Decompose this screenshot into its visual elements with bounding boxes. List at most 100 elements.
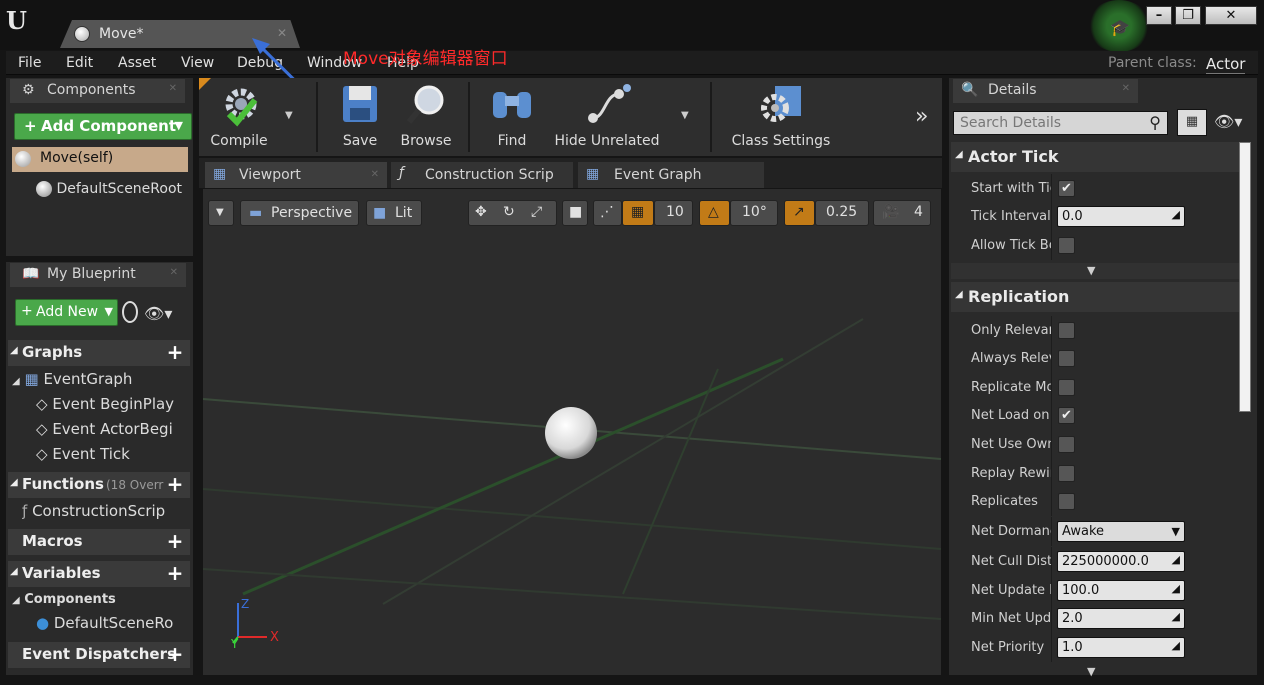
search-icon[interactable]: [122, 301, 138, 323]
functions-section[interactable]: ◢ Functions (18 Overr +: [8, 472, 190, 498]
variables-section[interactable]: ◢ Variables +: [8, 561, 190, 587]
my-blueprint-tab[interactable]: 📖 My Blueprint ✕: [10, 263, 186, 287]
compile-button[interactable]: Compile: [203, 78, 275, 156]
close-tab-icon[interactable]: ✕: [169, 83, 177, 94]
event-item[interactable]: ◇ Event Tick: [36, 445, 184, 463]
save-button[interactable]: Save: [329, 78, 391, 156]
details-scrollbar[interactable]: [1239, 142, 1251, 412]
menu-view[interactable]: View: [181, 55, 214, 71]
rotate-tool-icon[interactable]: ↻: [503, 204, 515, 220]
minimize-button[interactable]: –: [1146, 6, 1172, 25]
perspective-button[interactable]: ▬ Perspective: [240, 200, 359, 226]
world-local-button[interactable]: ■: [562, 200, 588, 226]
event-dispatchers-section[interactable]: Event Dispatchers +: [8, 642, 190, 668]
allow-tick-checkbox[interactable]: [1058, 237, 1075, 254]
details-search-input[interactable]: Search Details ⚲: [953, 111, 1168, 135]
actor-tick-section[interactable]: ◢ Actor Tick: [951, 142, 1239, 172]
scale-tool-icon[interactable]: ⤢: [531, 204, 542, 220]
min-net-update-field[interactable]: 2.0 ◢: [1057, 608, 1185, 629]
add-component-button[interactable]: + Add Component ▼: [14, 113, 192, 140]
event-graph-item[interactable]: ◢ ▦ EventGraph: [12, 370, 132, 388]
add-macro-button[interactable]: +: [165, 531, 185, 552]
tick-interval-field[interactable]: 0.0 ◢: [1057, 206, 1185, 227]
surface-snap-button[interactable]: ⋰: [593, 200, 622, 226]
menu-file[interactable]: File: [18, 55, 41, 71]
always-relevant-checkbox[interactable]: [1058, 350, 1075, 367]
lit-button[interactable]: ■ Lit: [366, 200, 422, 226]
add-variable-button[interactable]: +: [165, 563, 185, 584]
add-new-label: Add New: [36, 304, 99, 320]
default-scene-root-variable[interactable]: ● DefaultSceneRo: [36, 614, 182, 632]
add-function-button[interactable]: +: [165, 474, 185, 495]
net-use-owner-checkbox[interactable]: [1058, 436, 1075, 453]
replicates-checkbox[interactable]: [1058, 493, 1075, 510]
tutorial-button[interactable]: 🎓: [1087, 0, 1151, 52]
details-tab[interactable]: 🔍 Details ✕: [953, 79, 1138, 103]
expand-arrow-icon[interactable]: ▼: [1087, 264, 1095, 277]
event-item[interactable]: ◇ Event ActorBegi: [36, 420, 184, 438]
binoculars-icon: [493, 92, 531, 118]
default-scene-root-row[interactable]: DefaultSceneRoot: [36, 181, 182, 197]
grid-snap-toggle[interactable]: ▦: [622, 200, 654, 226]
camera-speed-button[interactable]: 🎥 4: [873, 200, 931, 226]
parent-class-link[interactable]: Actor: [1206, 55, 1246, 74]
net-load-checkbox[interactable]: ✔: [1058, 407, 1075, 424]
eye-icon[interactable]: 👁▾: [144, 304, 172, 323]
rotation-snap-toggle[interactable]: △: [699, 200, 730, 226]
maximize-button[interactable]: ❐: [1175, 6, 1201, 25]
components-category-label: Components: [24, 592, 116, 607]
net-update-field[interactable]: 100.0 ◢: [1057, 580, 1185, 601]
find-button[interactable]: Find: [479, 78, 545, 156]
graphs-label: Graphs: [22, 343, 83, 361]
close-tab-icon[interactable]: ✕: [170, 267, 178, 278]
add-dispatcher-button[interactable]: +: [165, 644, 185, 665]
chevron-down-icon: ▼: [216, 207, 224, 218]
macros-section[interactable]: Macros +: [8, 529, 190, 555]
construction-script-item[interactable]: ƒ ConstructionScrip: [22, 502, 182, 520]
hide-unrelated-dropdown[interactable]: ▼: [681, 110, 689, 121]
viewport-3d[interactable]: Z X Y ▼ ▬ Perspective ■ Lit ✥ ↻ ⤢ ■ ⋰ ▦ …: [203, 189, 941, 675]
browse-button[interactable]: Browse: [393, 78, 459, 156]
net-dormancy-select[interactable]: Awake ▼: [1057, 521, 1185, 542]
move-tool-icon[interactable]: ✥: [475, 204, 487, 220]
scale-snap-toggle[interactable]: ↗: [784, 200, 815, 226]
hide-unrelated-button[interactable]: Hide Unrelated: [553, 78, 661, 156]
sphere-actor[interactable]: [545, 407, 597, 459]
graduation-cap-icon: 🎓: [1110, 18, 1130, 37]
close-window-button[interactable]: ✕: [1205, 6, 1257, 25]
blueprint-sphere-icon: [74, 26, 90, 42]
net-priority-field[interactable]: 1.0 ◢: [1057, 637, 1185, 658]
rotation-snap-value[interactable]: 10°: [730, 200, 778, 226]
add-graph-button[interactable]: +: [165, 342, 185, 363]
close-tab-icon[interactable]: ✕: [371, 169, 379, 180]
component-self-row[interactable]: Move(self): [12, 147, 188, 172]
graphs-section[interactable]: ◢ Graphs +: [8, 340, 190, 366]
scale-snap-value[interactable]: 0.25: [815, 200, 869, 226]
start-with-tick-checkbox[interactable]: ✔: [1058, 180, 1075, 197]
close-tab-icon[interactable]: ✕: [1122, 83, 1130, 94]
add-new-button[interactable]: + Add New ▼: [15, 299, 118, 326]
property-matrix-button[interactable]: ▦: [1177, 109, 1207, 136]
menu-asset[interactable]: Asset: [118, 55, 156, 71]
menu-edit[interactable]: Edit: [66, 55, 93, 71]
class-settings-icon: [761, 86, 801, 122]
replication-section[interactable]: ◢ Replication: [951, 282, 1239, 312]
expand-arrow-icon[interactable]: ▼: [1087, 665, 1095, 678]
components-category[interactable]: ◢ Components: [12, 592, 116, 607]
components-tab[interactable]: ⚙ Components ✕: [10, 79, 185, 103]
visibility-options-icon[interactable]: 👁▾: [1214, 112, 1242, 131]
replicate-movement-checkbox[interactable]: [1058, 379, 1075, 396]
net-cull-field[interactable]: 225000000.0 ◢: [1057, 551, 1185, 572]
compile-options-dropdown[interactable]: ▼: [285, 110, 293, 121]
viewport-options-button[interactable]: ▼: [208, 200, 234, 226]
event-item[interactable]: ◇ Event BeginPlay: [36, 395, 184, 413]
tab-viewport[interactable]: ▦ Viewport ✕: [205, 162, 387, 188]
class-settings-button[interactable]: Class Settings: [725, 78, 837, 156]
tab-event-graph[interactable]: ▦ Event Graph: [578, 162, 764, 188]
tab-construction-script[interactable]: ƒ Construction Scrip: [391, 162, 573, 188]
only-relevant-checkbox[interactable]: [1058, 322, 1075, 339]
toolbar-overflow-icon[interactable]: »: [915, 104, 928, 129]
grid-snap-value[interactable]: 10: [654, 200, 693, 226]
replay-rewind-checkbox[interactable]: [1058, 465, 1075, 482]
transform-tools[interactable]: ✥ ↻ ⤢: [468, 200, 557, 226]
